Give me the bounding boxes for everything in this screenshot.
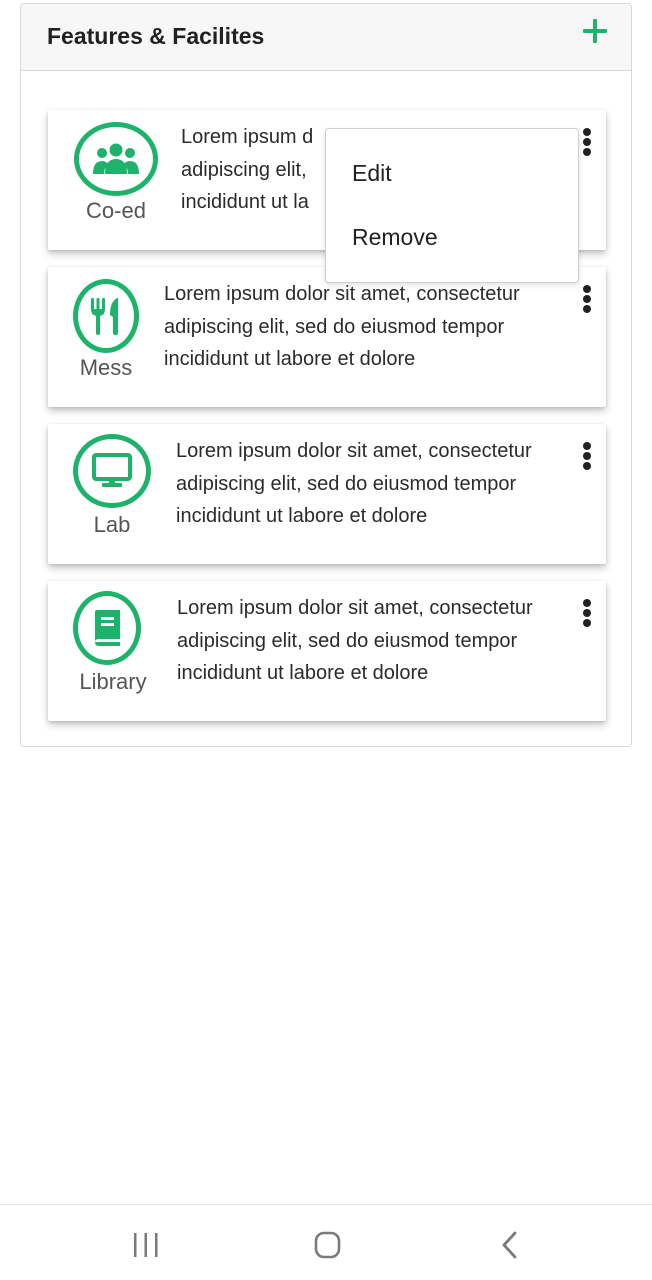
users-group-icon (93, 143, 139, 174)
menu-item-remove[interactable]: Remove (352, 224, 438, 251)
more-vertical-icon (583, 285, 591, 293)
recent-apps-icon (134, 1233, 158, 1257)
more-options-button[interactable] (582, 285, 592, 313)
context-menu: Edit Remove (325, 128, 579, 283)
feature-card-mess: Mess Lorem ipsum dolor sit amet, consect… (48, 267, 606, 407)
menu-item-edit[interactable]: Edit (352, 160, 392, 187)
more-vertical-icon (583, 442, 591, 450)
feature-card-library: Library Lorem ipsum dolor sit amet, cons… (48, 581, 606, 721)
feature-icon-circle (73, 434, 151, 508)
feature-label: Library (79, 669, 147, 694)
system-navigation-bar (0, 1204, 652, 1280)
home-button[interactable] (307, 1227, 347, 1263)
feature-icon-circle (73, 279, 139, 353)
recent-apps-button[interactable] (126, 1227, 166, 1263)
monitor-icon (92, 453, 132, 487)
feature-icon-circle (74, 122, 158, 196)
more-options-button[interactable] (582, 599, 592, 627)
feature-description: Lorem ipsum dolor sit amet, consectetur … (177, 597, 533, 684)
feature-description: Lorem ipsum dolor sit amet, consectetur … (176, 440, 532, 527)
add-feature-button[interactable] (581, 17, 609, 45)
feature-description: Lorem ipsum dolor sit amet, consectetur … (164, 283, 520, 370)
feature-label: Co-ed (86, 198, 146, 223)
more-options-button[interactable] (582, 442, 592, 470)
feature-description: Lorem ipsum d adipiscing elit, incididun… (181, 126, 314, 213)
book-icon (95, 610, 120, 646)
more-vertical-icon (583, 128, 591, 136)
feature-label: Lab (93, 512, 131, 537)
panel-title: Features & Facilites (47, 23, 265, 49)
more-vertical-icon (583, 599, 591, 607)
back-icon (502, 1231, 517, 1259)
more-options-button[interactable] (582, 128, 592, 156)
back-button[interactable] (490, 1227, 530, 1263)
fork-knife-icon (91, 298, 118, 335)
panel-header: Features & Facilites (21, 4, 631, 71)
home-icon (314, 1231, 341, 1259)
feature-icon-circle (73, 591, 141, 665)
feature-card-lab: Lab Lorem ipsum dolor sit amet, consecte… (48, 424, 606, 564)
feature-label: Mess (79, 355, 133, 380)
screen: Features & Facilites Co-ed Lorem ipsum d… (0, 0, 652, 1280)
